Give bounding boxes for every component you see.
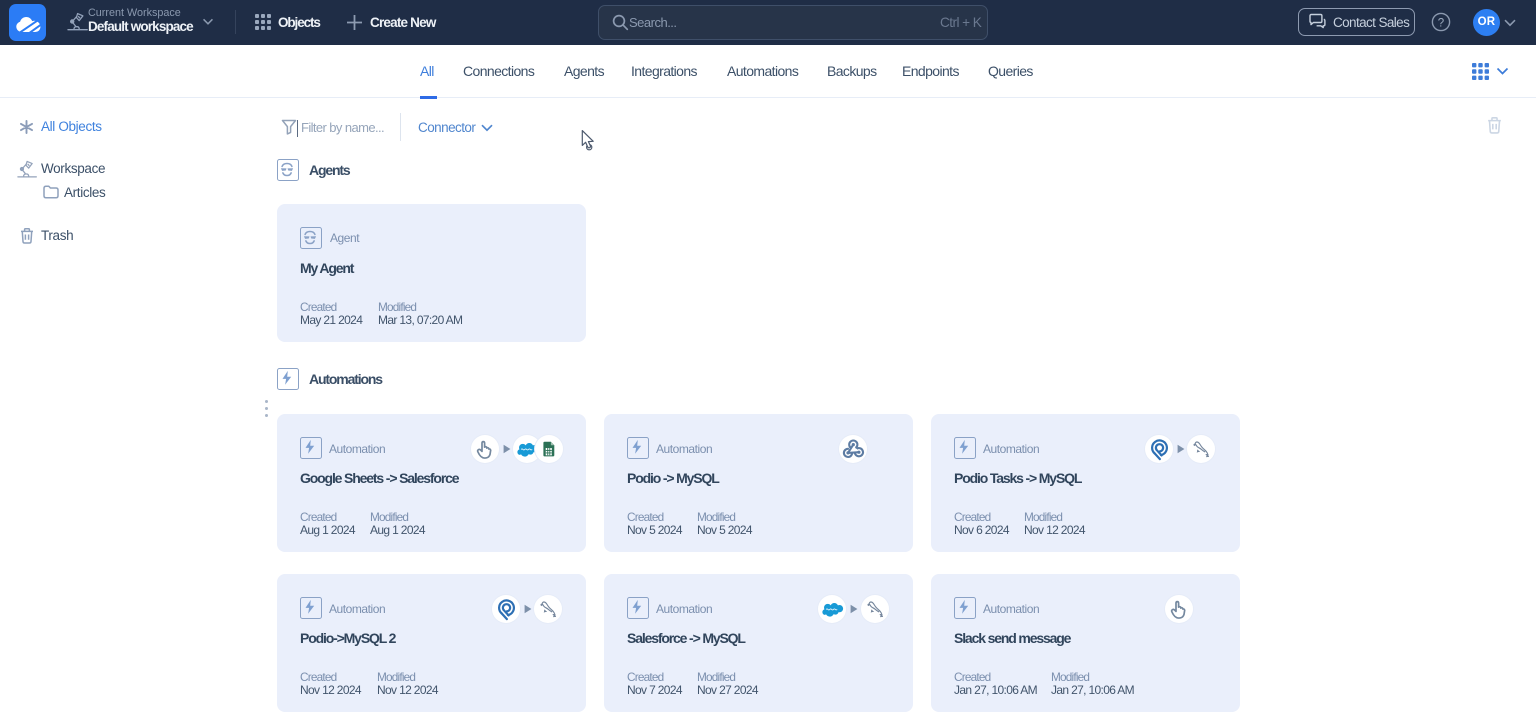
svg-text:?: ? (1438, 17, 1444, 29)
